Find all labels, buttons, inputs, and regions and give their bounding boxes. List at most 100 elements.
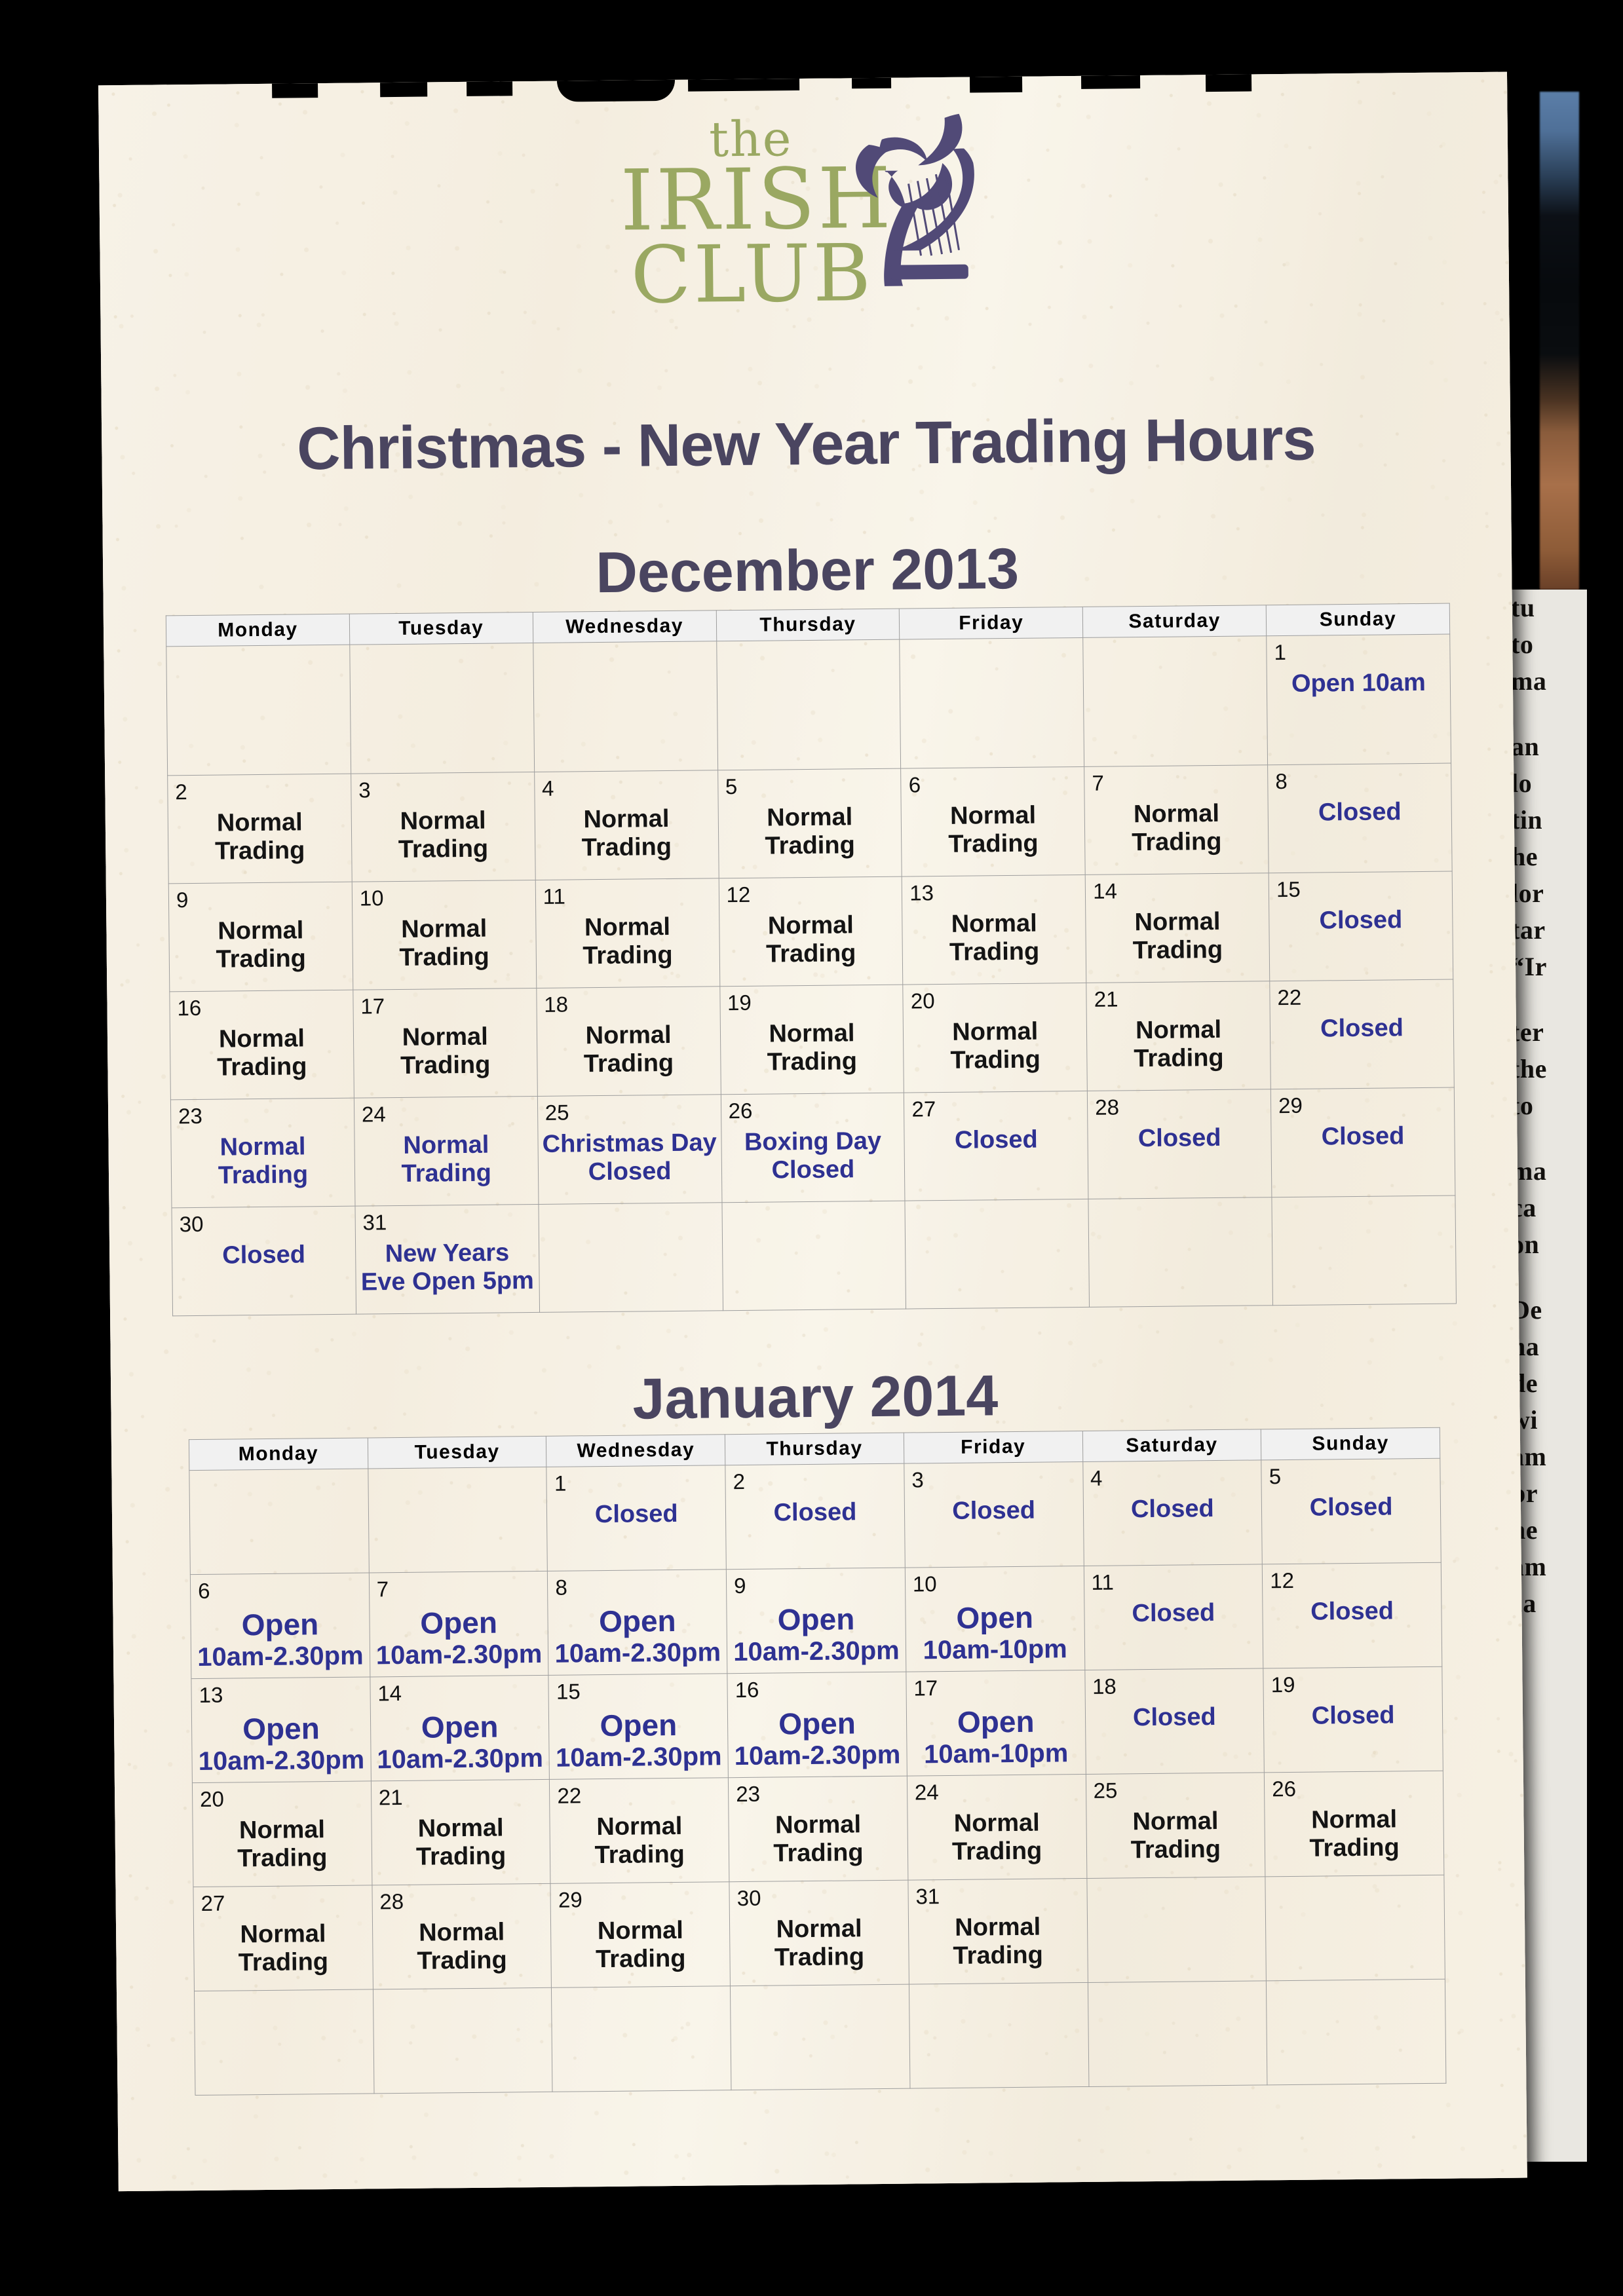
newsprint-line: to <box>1511 1091 1534 1120</box>
day-number: 30 <box>179 1211 204 1237</box>
day-number: 1 <box>1274 639 1287 665</box>
day-status-hours: 10am-2.30pm <box>377 1743 544 1774</box>
weekday-header-monday: Monday <box>189 1437 368 1471</box>
calendar-day-cell: 31 New Years Eve Open 5pm <box>354 1204 540 1315</box>
calendar-empty-cell <box>1265 1875 1445 1981</box>
calendar-empty-cell <box>730 1984 910 2090</box>
day-number: 13 <box>199 1682 223 1707</box>
calendar-day-cell: 12 Closed <box>1262 1562 1442 1668</box>
calendar-day-cell: 1 Closed <box>546 1465 727 1571</box>
weekday-header-wednesday: Wednesday <box>532 610 717 643</box>
day-number: 18 <box>1092 1674 1117 1699</box>
day-status-note: Closed <box>222 1241 306 1270</box>
day-status-note: Normal Trading <box>401 1131 492 1188</box>
day-status-note: Open 10am-2.30pm <box>728 1706 907 1771</box>
celtic-harp-icon <box>856 113 974 286</box>
day-number: 29 <box>1278 1093 1303 1118</box>
day-status-note: Normal Trading <box>765 911 856 968</box>
newsprint-line: tu <box>1511 593 1535 622</box>
weekday-header-saturday: Saturday <box>1082 1429 1261 1462</box>
day-status-note: Normal Trading <box>950 1017 1041 1074</box>
calendar-day-cell: 10 Normal Trading <box>352 880 537 990</box>
calendar-week-row: 9 Normal Trading 10 Normal Trading 11 Normal … <box>168 871 1453 992</box>
torn-edge-notch <box>851 77 892 89</box>
calendar-day-cell: 28 Normal Trading <box>372 1883 552 1989</box>
day-status-note: Open 10am-2.30pm <box>192 1711 371 1776</box>
day-status-note: Open 10am-2.30pm <box>548 1604 727 1668</box>
calendar-empty-cell <box>538 1202 723 1313</box>
day-number: 13 <box>909 880 934 905</box>
calendar-day-cell: 16 Open 10am-2.30pm <box>727 1672 907 1778</box>
day-number: 24 <box>914 1780 939 1805</box>
calendar-day-cell: 18 Closed <box>1084 1668 1265 1775</box>
day-status-note: Normal Trading <box>415 1814 506 1871</box>
calendar-week-row: 20 Normal Trading 21 Normal Trading 22 Normal… <box>192 1771 1444 1887</box>
day-number: 26 <box>728 1098 753 1123</box>
day-number: 25 <box>1093 1778 1118 1803</box>
calendar-day-cell: 19 Normal Trading <box>719 985 904 1095</box>
calendar-day-cell: 15 Open 10am-2.30pm <box>548 1673 729 1780</box>
calendar-day-cell: 20 Normal Trading <box>903 983 1088 1093</box>
newsprint-line: De <box>1511 1295 1542 1325</box>
newsprint-line: am <box>1511 1552 1547 1581</box>
torn-edge-notch <box>380 82 428 98</box>
day-number: 6 <box>197 1578 210 1603</box>
day-number: 30 <box>736 1885 761 1911</box>
calendar-day-cell: 7 Open 10am-2.30pm <box>369 1571 549 1677</box>
calendar-empty-cell <box>1088 1197 1273 1308</box>
calendar-day-cell: 4 Closed <box>1082 1459 1263 1566</box>
calendar-empty-cell <box>373 1987 553 2094</box>
calendar-day-cell: 15 Closed <box>1269 871 1453 981</box>
day-number: 19 <box>727 990 752 1015</box>
day-status-note: Closed <box>773 1498 857 1527</box>
day-status-note: Normal Trading <box>400 1023 491 1080</box>
newsprint-line: an <box>1511 732 1540 761</box>
day-status-note: Normal Trading <box>583 1021 674 1078</box>
newsprint-line: the <box>1511 1054 1547 1083</box>
day-status-note: Open 10am-2.30pm <box>370 1606 548 1670</box>
page-title: Christmas - New Year Trading Hours <box>296 405 1316 483</box>
day-number: 23 <box>736 1781 761 1807</box>
day-number: 11 <box>543 884 566 909</box>
day-status-note: Closed <box>1130 1495 1214 1524</box>
day-number: 9 <box>734 1573 746 1598</box>
day-number: 1 <box>554 1471 567 1496</box>
calendar-day-cell: 4 Normal Trading <box>534 770 719 880</box>
calendar-empty-cell <box>368 1467 548 1573</box>
newsprint-line: de <box>1511 1368 1538 1398</box>
day-status-note: Closed <box>1137 1123 1221 1153</box>
calendar-day-cell: 27 Normal Trading <box>193 1885 373 1991</box>
newsprint-line: pr <box>1511 1478 1538 1508</box>
day-status-note: Normal Trading <box>417 1918 507 1975</box>
day-number: 10 <box>359 886 384 911</box>
day-status-note: Open 10am-2.30pm <box>727 1602 906 1667</box>
day-status-note: Open 10am-2.30pm <box>371 1710 550 1775</box>
day-number: 25 <box>544 1100 569 1125</box>
day-number: 14 <box>377 1680 402 1706</box>
day-status-note: Normal Trading <box>581 805 672 861</box>
calendar-empty-cell <box>194 1989 374 2096</box>
day-status-note: Normal Trading <box>767 1019 858 1076</box>
newsprint-line: lor <box>1511 878 1544 908</box>
day-status-note: Normal Trading <box>238 1920 329 1976</box>
day-status-note: Closed <box>594 1499 678 1529</box>
calendar-empty-cell <box>716 639 901 770</box>
day-status-note: Closed <box>1310 1597 1394 1626</box>
day-number: 2 <box>733 1469 746 1494</box>
calendar-empty-cell <box>551 1985 732 2092</box>
calendar-day-cell: 29 Closed <box>1270 1087 1455 1197</box>
calendar-day-cell: 19 Closed <box>1263 1666 1443 1773</box>
day-status-note: Closed <box>1132 1599 1215 1628</box>
calendar-day-cell: 11 Normal Trading <box>535 878 720 988</box>
newsprint-line: tar <box>1511 915 1546 945</box>
day-number: 12 <box>1270 1568 1295 1593</box>
day-status-note: Closed <box>1132 1703 1216 1732</box>
calendar-empty-cell <box>1087 1980 1268 2087</box>
newsprint-line: lo <box>1511 768 1533 798</box>
day-number: 23 <box>178 1103 203 1129</box>
day-status-note: Normal Trading <box>773 1811 864 1868</box>
calendar-day-cell: 6 Normal Trading <box>900 766 1086 877</box>
day-status-hours: 10am-2.30pm <box>554 1637 721 1668</box>
day-number: 22 <box>557 1783 582 1808</box>
newsprint-line: wi <box>1511 1405 1538 1435</box>
